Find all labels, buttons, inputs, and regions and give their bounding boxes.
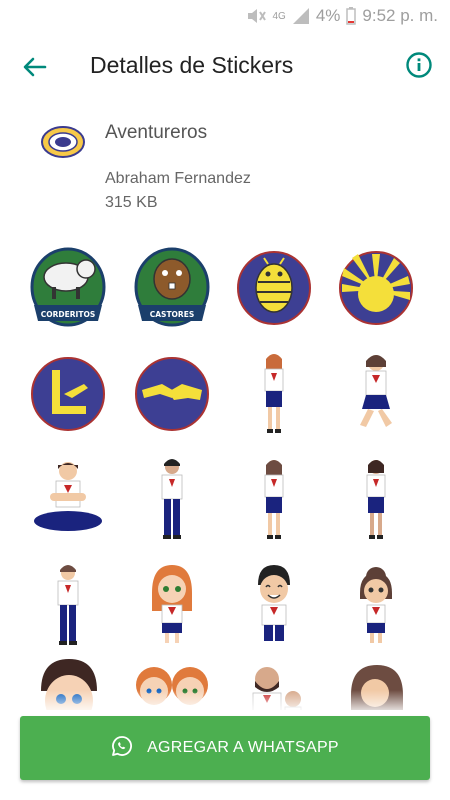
network-type: 4G — [272, 10, 286, 22]
clock: 9:52 p. m. — [362, 6, 438, 25]
corderitos-label: CORDERITOS — [41, 310, 95, 319]
boy-standing-sticker[interactable] — [124, 452, 220, 548]
castores-sticker[interactable]: CASTORES — [124, 240, 220, 336]
whatsapp-icon — [111, 735, 133, 762]
girl-standing-3-sticker[interactable] — [328, 452, 424, 548]
girl-standing-sticker[interactable] — [226, 346, 322, 442]
status-bar: 4G 4% 9:52 p. m. — [0, 0, 450, 32]
corderitos-sticker[interactable]: CORDERITOS — [20, 240, 116, 336]
redhead-girl-sticker[interactable] — [124, 558, 220, 654]
app-bar: Detalles de Stickers — [0, 32, 450, 100]
sun-sticker[interactable] — [328, 240, 424, 336]
battery-percent: 4% — [315, 6, 341, 25]
castores-label: CASTORES — [150, 310, 195, 319]
girl-standing-2-sticker[interactable] — [226, 452, 322, 548]
battery-icon — [346, 7, 357, 25]
arrow-back-icon[interactable] — [20, 52, 50, 82]
signal-icon — [292, 7, 310, 25]
pack-tray-icon — [40, 124, 86, 160]
info-icon[interactable] — [405, 51, 433, 79]
boy-standing-2-sticker[interactable] — [20, 558, 116, 654]
curly-girl-sticker[interactable] — [328, 558, 424, 654]
mute-icon — [246, 7, 267, 25]
handshake-sticker[interactable] — [124, 346, 220, 442]
add-to-whatsapp-label: AGREGAR A WHATSAPP — [147, 739, 339, 756]
pack-details: Aventureros Abraham Fernandez 315 KB — [0, 100, 450, 230]
pack-size: 315 KB — [105, 194, 158, 211]
list-fade — [0, 690, 450, 715]
add-to-whatsapp-button[interactable]: AGREGAR A WHATSAPP — [20, 716, 430, 780]
smiling-boy-sticker[interactable] — [226, 558, 322, 654]
page-title: Detalles de Stickers — [90, 52, 294, 78]
sticker-grid: CORDERITOS CASTORES — [0, 240, 450, 710]
pack-author: Abraham Fernandez — [105, 170, 251, 187]
girl-jumping-sticker[interactable] — [328, 346, 424, 442]
boy-sitting-sticker[interactable] — [20, 452, 116, 548]
l-emblem-sticker[interactable] — [20, 346, 116, 442]
pack-name: Aventureros — [105, 122, 208, 143]
bee-sticker[interactable] — [226, 240, 322, 336]
